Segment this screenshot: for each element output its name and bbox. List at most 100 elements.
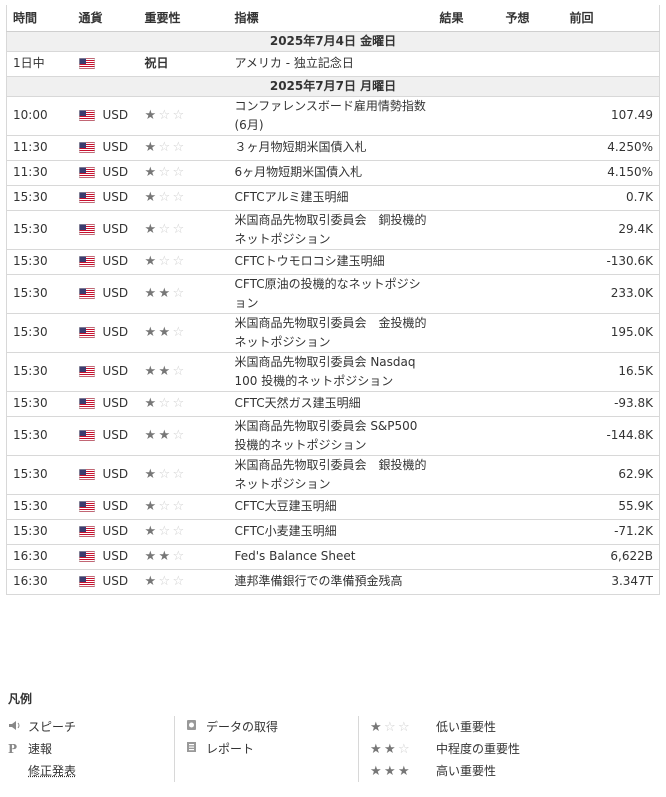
event-row[interactable]: 10:00 USD ★☆☆ コンファレンスボード雇用情勢指数 (6月) 107.49 [6,96,660,136]
header-currency[interactable]: 通貨 [72,5,139,32]
event-row[interactable]: 15:30 USD ★☆☆ CFTC大豆建玉明細 55.9K [6,494,660,520]
us-flag-icon [78,430,95,441]
header-event[interactable]: 指標 [228,5,434,32]
event-row[interactable]: 15:30 USD ★☆☆ 米国商品先物取引委員会 銀投機的ネットポジション 62.9K [6,455,660,495]
star-filled-icon: ★ [144,286,159,301]
event-actual [433,544,500,570]
event-row[interactable]: 15:30 USD ★☆☆ CFTC天然ガス建玉明細 -93.8K [6,391,660,417]
event-time: 11:30 [6,160,73,186]
star-filled-icon: ★ [144,254,159,269]
event-previous: 55.9K [563,494,660,520]
event-row[interactable]: 15:30 USD ★★☆ 米国商品先物取引委員会 S&P500 投機的ネットポジショ… [6,416,660,456]
us-flag-icon [78,224,95,235]
event-name[interactable]: CFTCトウモロコシ建玉明細 [228,249,434,275]
event-name[interactable]: 米国商品先物取引委員会 Nasdaq 100 投機的ネットポジション [228,352,434,392]
event-importance: ★☆☆ [138,569,229,595]
event-time: 16:30 [6,569,73,595]
star-filled-icon: ★ [144,108,159,123]
event-row[interactable]: 1日中 祝日 アメリカ - 独立記念日 [6,51,660,77]
event-actual [433,455,500,495]
event-name[interactable]: 米国商品先物取引委員会 銀投機的ネットポジション [228,455,434,495]
importance-stars: ★☆☆ [145,396,187,411]
event-name[interactable]: アメリカ - 独立記念日 [228,51,434,77]
event-row[interactable]: 15:30 USD ★☆☆ 米国商品先物取引委員会 銅投機的ネットポジション 29.4K [6,210,660,250]
event-importance: ★★☆ [138,313,229,353]
star-empty-icon: ☆ [172,364,187,379]
event-currency: USD [102,574,129,588]
header-time[interactable]: 時間 [6,5,73,32]
legend-label-importance: 中程度の重要性 [436,742,521,756]
us-flag-icon [78,526,95,537]
event-name[interactable]: 連邦準備銀行での準備預金残高 [228,569,434,595]
star-empty-icon: ☆ [158,140,173,155]
event-time: 15:30 [6,391,73,417]
event-importance: ★☆☆ [138,249,229,275]
event-name[interactable]: CFTCアルミ建玉明細 [228,185,434,211]
event-name[interactable]: コンファレンスボード雇用情勢指数 (6月) [228,96,434,136]
star-empty-icon: ☆ [158,467,173,482]
event-name[interactable]: ３ヶ月物短期米国債入札 [228,135,434,161]
importance-stars: ★☆☆ [145,524,187,539]
event-currency: USD [102,396,129,410]
star-empty-icon: ☆ [158,524,173,539]
event-forecast [499,455,564,495]
importance-stars: ★★★ [370,760,436,783]
star-empty-icon: ☆ [158,254,173,269]
event-actual [433,274,500,314]
header-previous[interactable]: 前回 [563,5,660,32]
importance-stars: ★☆☆ [145,222,187,237]
header-row: 時間 通貨 重要性 指標 結果 予想 前回 [6,5,660,32]
event-name[interactable]: 米国商品先物取引委員会 S&P500 投機的ネットポジション [228,416,434,456]
event-row[interactable]: 16:30 USD ★☆☆ 連邦準備銀行での準備預金残高 3.347T [6,569,660,595]
event-name[interactable]: CFTC大豆建玉明細 [228,494,434,520]
event-row[interactable]: 15:30 USD ★★☆ CFTC原油の投機的なネットポジション 233.0K [6,274,660,314]
event-currency: USD [102,140,129,154]
star-filled-icon: ★ [384,764,398,779]
event-forecast [499,519,564,545]
star-filled-icon: ★ [144,574,159,589]
star-empty-icon: ☆ [172,396,187,411]
event-row[interactable]: 15:30 USD ★☆☆ CFTCアルミ建玉明細 0.7K [6,185,660,211]
us-flag-icon [78,398,95,409]
header-importance[interactable]: 重要性 [138,5,229,32]
event-name[interactable]: 米国商品先物取引委員会 銅投機的ネットポジション [228,210,434,250]
event-currency-cell: USD [72,391,139,417]
us-flag-icon [78,366,95,377]
event-name[interactable]: 6ヶ月物短期米国債入札 [228,160,434,186]
event-row[interactable]: 16:30 USD ★★☆ Fed's Balance Sheet 6,622B [6,544,660,570]
header-actual[interactable]: 結果 [433,5,500,32]
star-filled-icon: ★ [144,467,159,482]
event-row[interactable]: 15:30 USD ★☆☆ CFTC小麦建玉明細 -71.2K [6,519,660,545]
event-row[interactable]: 11:30 USD ★☆☆ 6ヶ月物短期米国債入札 4.150% [6,160,660,186]
event-row[interactable]: 15:30 USD ★☆☆ CFTCトウモロコシ建玉明細 -130.6K [6,249,660,275]
us-flag-icon [78,576,95,587]
event-time: 15:30 [6,185,73,211]
star-empty-icon: ☆ [398,720,412,735]
event-row[interactable]: 11:30 USD ★☆☆ ３ヶ月物短期米国債入札 4.250% [6,135,660,161]
event-currency-cell: USD [72,313,139,353]
event-currency-cell: USD [72,494,139,520]
event-previous: -93.8K [563,391,660,417]
event-name[interactable]: Fed's Balance Sheet [228,544,434,570]
star-empty-icon: ☆ [172,165,187,180]
legend-title: 凡例 [8,692,33,706]
event-row[interactable]: 15:30 USD ★★☆ 米国商品先物取引委員会 金投機的ネットポジション 195.0… [6,313,660,353]
star-empty-icon: ☆ [172,574,187,589]
star-empty-icon: ☆ [172,108,187,123]
event-name[interactable]: CFTC原油の投機的なネットポジション [228,274,434,314]
event-importance: ★☆☆ [138,135,229,161]
event-row[interactable]: 15:30 USD ★★☆ 米国商品先物取引委員会 Nasdaq 100 投機的ネット… [6,352,660,392]
event-importance: ★★☆ [138,416,229,456]
event-name[interactable]: CFTC小麦建玉明細 [228,519,434,545]
event-forecast [499,160,564,186]
event-forecast [499,544,564,570]
event-name[interactable]: 米国商品先物取引委員会 金投機的ネットポジション [228,313,434,353]
event-forecast [499,391,564,417]
star-empty-icon: ☆ [172,325,187,340]
event-previous [563,51,660,77]
star-filled-icon: ★ [158,549,173,564]
header-forecast[interactable]: 予想 [499,5,564,32]
event-forecast [499,569,564,595]
star-empty-icon: ☆ [172,222,187,237]
event-name[interactable]: CFTC天然ガス建玉明細 [228,391,434,417]
